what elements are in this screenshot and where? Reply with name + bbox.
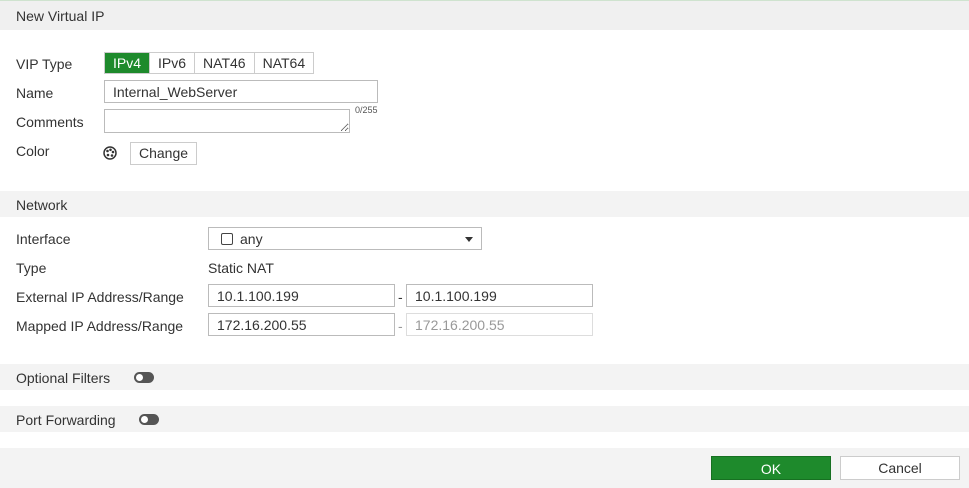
interface-square-icon [221, 233, 233, 245]
mapped-ip-label: Mapped IP Address/Range [16, 318, 184, 334]
caret-down-icon [465, 237, 473, 242]
type-label: Type [16, 260, 47, 276]
dialog-header: New Virtual IP [0, 0, 969, 30]
vip-type-label: VIP Type [16, 56, 73, 72]
vip-type-ipv6-button[interactable]: IPv6 [150, 53, 196, 73]
ok-button[interactable]: OK [711, 456, 831, 480]
comments-label: Comments [16, 114, 84, 130]
vip-type-nat46-button[interactable]: NAT46 [195, 53, 255, 73]
comments-textarea[interactable] [104, 109, 350, 133]
name-label: Name [16, 85, 54, 101]
mapped-ip-start-input[interactable] [208, 313, 395, 336]
optional-filters-label: Optional Filters [16, 370, 111, 386]
optional-filters-toggle[interactable] [134, 372, 154, 383]
port-forwarding-section: Port Forwarding [0, 406, 969, 432]
cancel-button[interactable]: Cancel [840, 456, 960, 480]
external-ip-start-input[interactable] [208, 284, 395, 307]
type-value: Static NAT [208, 260, 274, 276]
interface-label: Interface [16, 231, 71, 247]
name-input[interactable] [104, 80, 378, 103]
vip-type-ipv4-button[interactable]: IPv4 [105, 53, 151, 73]
comments-counter: 0/255 [355, 105, 378, 115]
interface-value: any [240, 231, 263, 247]
port-forwarding-toggle[interactable] [139, 414, 159, 425]
mapped-ip-end-input [406, 313, 593, 336]
network-section-header: Network [0, 191, 969, 217]
port-forwarding-label: Port Forwarding [16, 412, 116, 428]
external-ip-end-input[interactable] [406, 284, 593, 307]
color-label: Color [16, 143, 50, 159]
change-color-button[interactable]: Change [130, 142, 197, 165]
palette-icon [103, 146, 117, 160]
external-range-separator: - [398, 289, 403, 305]
interface-dropdown[interactable]: any [208, 227, 482, 250]
vip-type-nat64-button[interactable]: NAT64 [254, 53, 314, 73]
optional-filters-section: Optional Filters [0, 364, 969, 390]
vip-type-selector: IPv4 IPv6 NAT46 NAT64 [104, 52, 315, 74]
network-section-title: Network [16, 197, 68, 213]
mapped-range-separator: - [398, 318, 403, 334]
dialog-title: New Virtual IP [16, 8, 105, 24]
external-ip-label: External IP Address/Range [16, 289, 184, 305]
